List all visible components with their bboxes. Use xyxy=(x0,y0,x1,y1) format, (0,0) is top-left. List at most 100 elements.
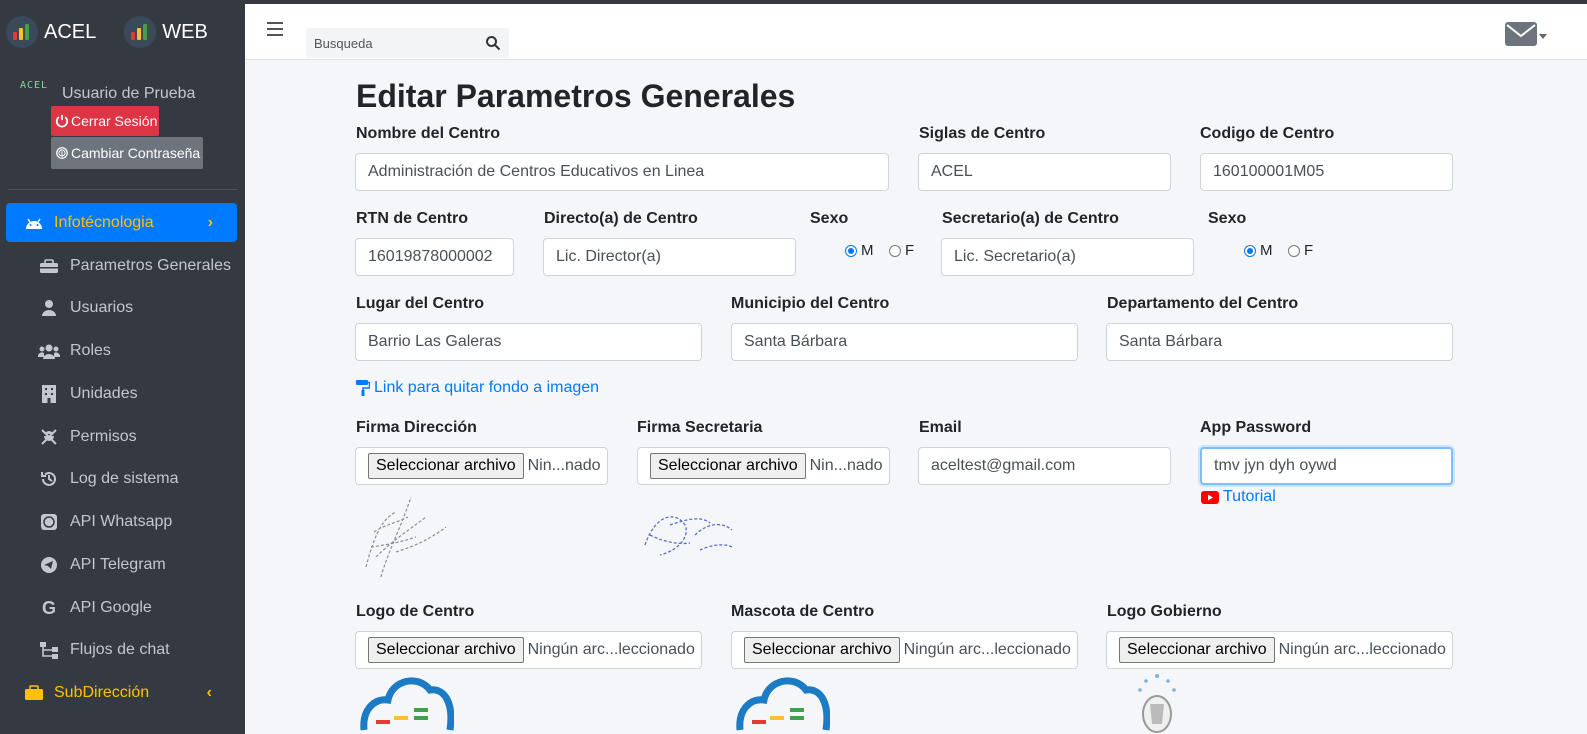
file-select-button[interactable]: Seleccionar archivo xyxy=(368,637,524,663)
web-logo-icon xyxy=(124,16,157,48)
search-input[interactable] xyxy=(306,28,476,58)
file-select-button[interactable]: Seleccionar archivo xyxy=(1119,637,1275,663)
logo-centro-file[interactable]: Seleccionar archivo Ningún arc...leccion… xyxy=(355,631,702,669)
page-scrollbar[interactable] xyxy=(1557,60,1587,734)
tutorial-link[interactable]: Tutorial xyxy=(1201,488,1276,506)
caret-down-icon[interactable] xyxy=(1539,34,1547,39)
logo-gobierno-file[interactable]: Seleccionar archivo Ningún arc...leccion… xyxy=(1106,631,1453,669)
radio-label: M xyxy=(1260,242,1273,259)
siglas-field[interactable] xyxy=(918,153,1171,191)
siglas-label: Siglas de Centro xyxy=(919,125,1046,142)
firma-secretaria-file[interactable]: Seleccionar archivo Nin...nado xyxy=(637,447,890,485)
sidebar-item-roles[interactable]: Roles xyxy=(38,335,111,367)
sidebar-item-google[interactable]: G API Google xyxy=(38,592,152,624)
sidebar-item-whatsapp[interactable]: API Whatsapp xyxy=(38,506,172,538)
sidebar-item-usuarios[interactable]: Usuarios xyxy=(38,292,133,324)
sexo-director-label: Sexo xyxy=(810,210,849,227)
mascota-preview xyxy=(736,677,830,731)
firma-direccion-label: Firma Dirección xyxy=(356,419,477,436)
sitemap-icon xyxy=(38,639,60,661)
user-secret-icon xyxy=(38,426,60,448)
municipio-field[interactable] xyxy=(731,323,1078,361)
building-icon xyxy=(38,383,60,405)
app-password-field[interactable] xyxy=(1200,447,1453,485)
municipio-label: Municipio del Centro xyxy=(731,295,890,312)
sidebar-item-label: Flujos de chat xyxy=(70,641,170,658)
brand-web-link[interactable]: WEB xyxy=(124,16,208,48)
sidebar-item-label: API Google xyxy=(70,599,152,616)
sexo-director-f-radio[interactable]: F xyxy=(889,242,914,259)
sexo-secretario-label: Sexo xyxy=(1208,210,1247,227)
email-label: Email xyxy=(919,419,962,436)
nav-section-subdireccion[interactable]: SubDirección ‹ xyxy=(24,677,224,709)
link-label: Link para quitar fondo a imagen xyxy=(374,379,600,396)
mascota-label: Mascota de Centro xyxy=(731,603,875,620)
change-password-button[interactable]: Cambiar Contraseña xyxy=(51,137,203,169)
file-select-button[interactable]: Seleccionar archivo xyxy=(650,453,806,479)
secretario-label: Secretario(a) de Centro xyxy=(942,210,1119,227)
search-box xyxy=(306,28,509,58)
remove-background-link[interactable]: Link para quitar fondo a imagen xyxy=(356,379,599,397)
avatar: ACEL xyxy=(20,80,49,91)
radio-unchecked xyxy=(889,244,901,257)
brand-acel-text: ACEL xyxy=(44,20,97,43)
nav-section-label: SubDirección xyxy=(54,684,150,701)
acel-logo-icon xyxy=(6,16,38,48)
envelope-icon[interactable] xyxy=(1505,22,1537,46)
logout-label: Cerrar Sesión xyxy=(71,113,158,129)
sidebar-item-label: Log de sistema xyxy=(70,470,179,487)
director-label: Directo(a) de Centro xyxy=(544,210,698,227)
brand-acel-link[interactable]: ACEL xyxy=(6,16,96,48)
logo-gobierno-preview xyxy=(1138,674,1176,733)
page-title: Editar Parametros Generales xyxy=(356,78,796,114)
sidebar-item-label: API Whatsapp xyxy=(70,513,173,530)
nombre-field[interactable] xyxy=(355,153,889,191)
sidebar-item-parametros[interactable]: Parametros Generales xyxy=(38,250,231,282)
top-strip xyxy=(0,0,1587,4)
secretario-field[interactable] xyxy=(941,238,1194,276)
tutorial-label: Tutorial xyxy=(1223,488,1276,505)
sidebar-item-unidades[interactable]: Unidades xyxy=(38,378,138,410)
radio-label: F xyxy=(1304,242,1314,259)
toolbox-icon xyxy=(38,255,60,277)
lugar-field[interactable] xyxy=(355,323,702,361)
app-password-label: App Password xyxy=(1200,419,1312,436)
sidebar-item-flujos[interactable]: Flujos de chat xyxy=(38,634,170,666)
logout-button[interactable]: Cerrar Sesión xyxy=(51,106,159,136)
menu-toggle-icon[interactable] xyxy=(267,22,283,36)
sexo-secretario-f-radio[interactable]: F xyxy=(1288,242,1313,259)
file-select-button[interactable]: Seleccionar archivo xyxy=(368,453,524,479)
codigo-field[interactable] xyxy=(1200,153,1453,191)
sexo-secretario-m-radio[interactable]: M xyxy=(1244,242,1273,259)
email-field[interactable] xyxy=(918,447,1171,485)
sidebar-item-permisos[interactable]: Permisos xyxy=(38,421,137,453)
paint-roller-icon xyxy=(356,380,370,396)
file-status: Ningún arc...leccionado xyxy=(1278,641,1446,658)
history-icon xyxy=(38,468,60,490)
fingerprint-icon xyxy=(56,147,68,159)
file-status: Nin...nado xyxy=(527,457,601,474)
file-status: Ningún arc...leccionado xyxy=(527,641,695,658)
user-icon xyxy=(38,297,60,319)
chevron-right-icon: › xyxy=(207,213,213,231)
file-select-button[interactable]: Seleccionar archivo xyxy=(744,637,900,663)
sidebar-item-telegram[interactable]: API Telegram xyxy=(38,549,166,581)
user-name[interactable]: Usuario de Prueba xyxy=(62,85,195,103)
firma-direccion-file[interactable]: Seleccionar archivo Nin...nado xyxy=(355,447,608,485)
sidebar-item-label: Parametros Generales xyxy=(70,257,231,274)
sidebar-item-label: Permisos xyxy=(70,428,137,445)
search-icon[interactable] xyxy=(485,35,501,51)
mascota-file[interactable]: Seleccionar archivo Ningún arc...leccion… xyxy=(731,631,1078,669)
firma-direccion-preview xyxy=(365,496,447,578)
file-status: Ningún arc...leccionado xyxy=(903,641,1071,658)
departamento-field[interactable] xyxy=(1106,323,1453,361)
rtn-field[interactable] xyxy=(355,238,514,276)
sexo-director-m-radio[interactable]: M xyxy=(845,242,874,259)
logo-centro-label: Logo de Centro xyxy=(356,603,475,620)
sidebar-item-log[interactable]: Log de sistema xyxy=(38,463,179,495)
nav-section-infotecnologia[interactable]: Infotécnologia › xyxy=(6,203,237,242)
sidebar-item-label: API Telegram xyxy=(70,556,166,573)
director-field[interactable] xyxy=(543,238,796,276)
rtn-label: RTN de Centro xyxy=(356,210,468,227)
brand: ACEL WEB xyxy=(0,4,245,60)
